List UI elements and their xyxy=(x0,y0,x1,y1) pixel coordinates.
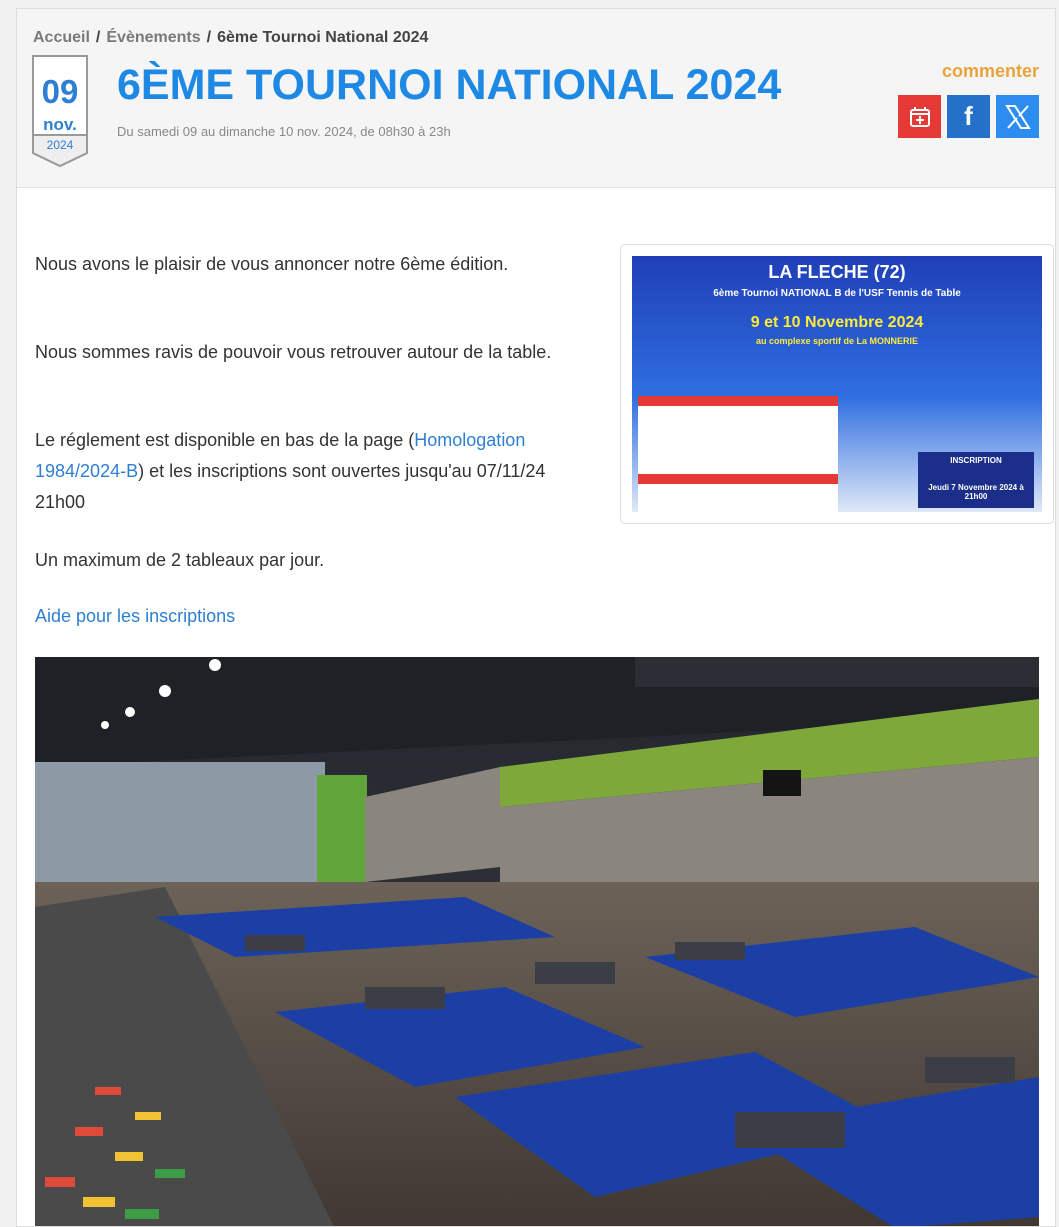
facebook-share-button[interactable]: f xyxy=(947,95,990,138)
calendar-plus-icon xyxy=(909,106,930,127)
date-day: 09 xyxy=(41,73,79,110)
poster-dates: 9 et 10 Novembre 2024 xyxy=(750,314,924,331)
poster-saturday-table xyxy=(638,396,838,476)
date-year: 2024 xyxy=(46,138,74,152)
comment-link[interactable]: commenter xyxy=(942,61,1039,82)
breadcrumb: Accueil / Évènements / 6ème Tournoi National… xyxy=(33,29,428,47)
tournament-poster[interactable]: LA FLECHE (72) 6ème Tournoi NATIONAL B d… xyxy=(620,244,1054,524)
paragraph-welcome: Nous sommes ravis de pouvoir vous retrou… xyxy=(35,342,552,362)
sports-hall-image xyxy=(35,657,1039,1226)
paragraph-intro: Nous avons le plaisir de vous annoncer n… xyxy=(35,254,509,274)
poster-inscription-title: INSCRIPTION xyxy=(950,456,1002,465)
breadcrumb-separator: / xyxy=(95,29,101,46)
x-share-button[interactable] xyxy=(996,95,1039,138)
poster-sunday-table xyxy=(638,474,838,512)
venue-photo xyxy=(35,657,1039,1226)
x-logo-icon xyxy=(1004,104,1031,129)
registration-help-link[interactable]: Aide pour les inscriptions xyxy=(35,606,235,626)
paragraph-rules: Le réglement est disponible en bas de la… xyxy=(35,425,575,518)
poster-inscription-box: INSCRIPTION Jeudi 7 Novembre 2024 à 21h0… xyxy=(918,452,1034,508)
poster-deadline: Jeudi 7 Novembre 2024 à 21h00 xyxy=(928,483,1024,501)
breadcrumb-events-link[interactable]: Évènements xyxy=(106,29,200,46)
date-badge: 09 nov. 2024 xyxy=(32,55,88,167)
poster-venue: au complexe sportif de La MONNERIE xyxy=(755,336,919,346)
breadcrumb-current: 6ème Tournoi National 2024 xyxy=(217,29,429,46)
paragraph-max-tables: Un maximum de 2 tableaux par jour. xyxy=(35,550,325,570)
page-title: 6ÈME TOURNOI NATIONAL 2024 xyxy=(117,61,782,109)
event-dates: Du samedi 09 au dimanche 10 nov. 2024, d… xyxy=(117,124,451,139)
poster-image: LA FLECHE (72) 6ème Tournoi NATIONAL B d… xyxy=(632,256,1042,512)
rules-text-start: Le réglement est disponible en bas de la… xyxy=(35,430,415,450)
help-paragraph: Aide pour les inscriptions xyxy=(35,601,575,632)
event-header: Accueil / Évènements / 6ème Tournoi National… xyxy=(17,9,1055,188)
breadcrumb-home-link[interactable]: Accueil xyxy=(33,29,90,46)
breadcrumb-separator: / xyxy=(206,29,212,46)
share-buttons: f xyxy=(898,95,1039,138)
date-month: nov. xyxy=(43,115,77,134)
poster-subheading: 6ème Tournoi NATIONAL B de l'USF Tennis … xyxy=(713,288,961,299)
poster-heading: LA FLECHE (72) xyxy=(768,262,906,282)
facebook-icon: f xyxy=(964,101,973,131)
event-card: Accueil / Évènements / 6ème Tournoi National… xyxy=(16,8,1056,1227)
add-to-calendar-button[interactable] xyxy=(898,95,941,138)
